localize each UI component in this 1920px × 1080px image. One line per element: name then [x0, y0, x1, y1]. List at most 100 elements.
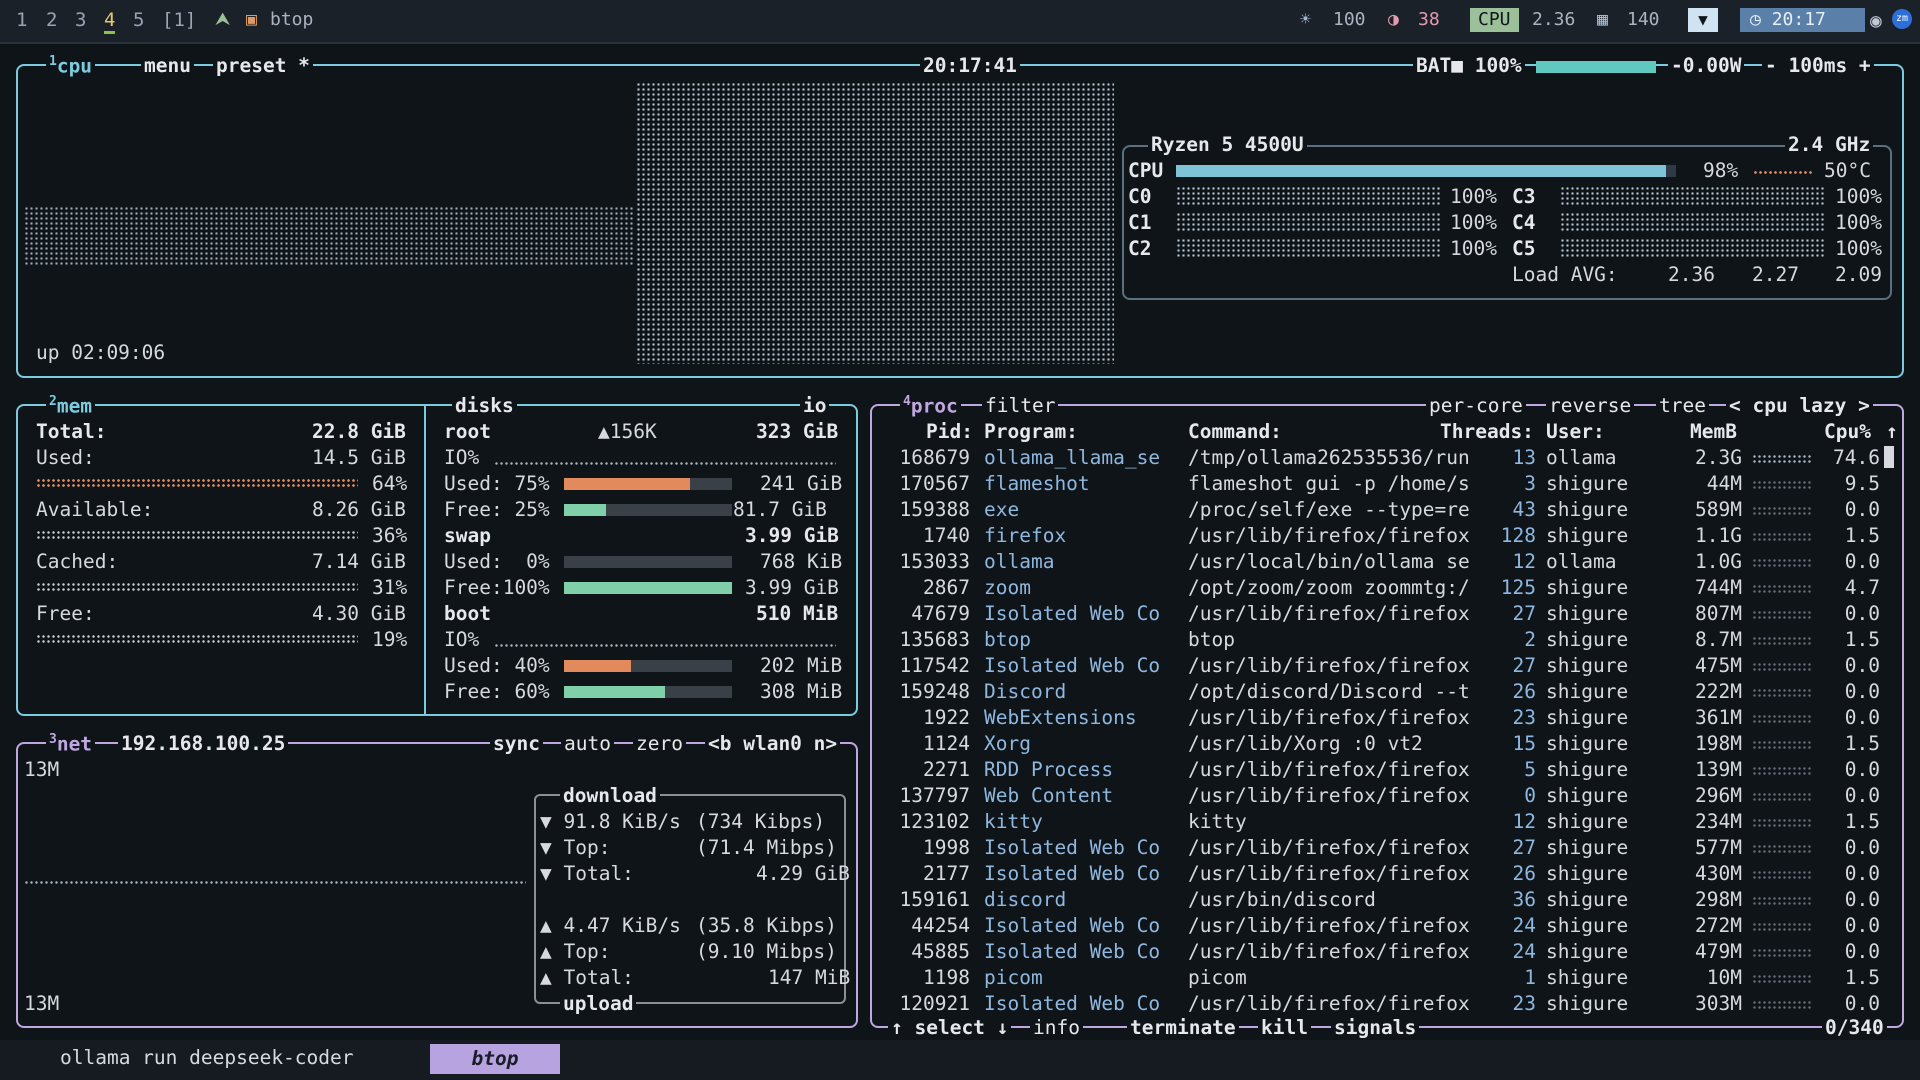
- proc-filter[interactable]: filter: [982, 394, 1059, 417]
- cpu-panel-title[interactable]: 1cpu: [46, 54, 96, 78]
- upload-title: upload: [560, 992, 637, 1015]
- proc-row[interactable]: 2177 Isolated Web Co/usr/lib/firefox/fire…: [880, 862, 1900, 888]
- proc-command: /usr/lib/firefox/firefox: [1188, 992, 1470, 1015]
- proc-row[interactable]: 168679 ollama_llama_se/tmp/ollama26253553…: [880, 446, 1900, 472]
- disks-io-toggle[interactable]: io: [800, 394, 830, 417]
- col-user[interactable]: User:: [1546, 420, 1605, 443]
- proc-cpu-graph: [1752, 922, 1812, 932]
- net-scale-top: 13M: [24, 758, 60, 781]
- proc-row[interactable]: 1124 Xorg/usr/lib/Xorg :0 vt2 15 shigure 198…: [880, 732, 1900, 758]
- proc-command: /usr/bin/discord: [1188, 888, 1376, 911]
- cpu-menu-button[interactable]: menu: [141, 54, 194, 77]
- proc-panel-title[interactable]: 4proc: [900, 394, 961, 418]
- proc-row[interactable]: 45885 Isolated Web Co/usr/lib/firefox/fir…: [880, 940, 1900, 966]
- proc-row[interactable]: 159248 Discord/opt/discord/Discord --t 26 s…: [880, 680, 1900, 706]
- wifi-icon[interactable]: ▼: [1688, 8, 1718, 32]
- proc-row[interactable]: 137797 Web Content/usr/lib/firefox/firefo…: [880, 784, 1900, 810]
- workspace-4[interactable]: 4: [104, 9, 116, 34]
- core-c0-graph: [1176, 186, 1440, 206]
- col-memb[interactable]: MemB: [1690, 420, 1737, 443]
- proc-row[interactable]: 135683 btop btop 2 shigure 8.7M 1.5: [880, 628, 1900, 654]
- workspace-scratch[interactable]: [1]: [162, 9, 196, 31]
- proc-row[interactable]: 1198 picom picom 1 shigure 10M 1.5: [880, 966, 1900, 992]
- proc-threads: 128: [1500, 524, 1536, 547]
- disks-panel-title[interactable]: disks: [452, 394, 517, 417]
- col-program[interactable]: Program:: [984, 420, 1078, 443]
- terminal-tab-active[interactable]: btop: [430, 1044, 560, 1074]
- cpu-preset-button[interactable]: preset *: [213, 54, 313, 77]
- cpu-graph-high: [636, 82, 1114, 364]
- proc-row[interactable]: 117542 Isolated Web Co/usr/lib/firefox/fi…: [880, 654, 1900, 680]
- proc-row[interactable]: 2271 RDD Process/usr/lib/firefox/firefox 5…: [880, 758, 1900, 784]
- proc-cpu: 0.0: [1844, 784, 1880, 807]
- proc-pid: 1124: [923, 732, 970, 755]
- disk-root-used-meter: [564, 478, 732, 490]
- proc-pid: 1740: [923, 524, 970, 547]
- net-sync-toggle[interactable]: sync: [490, 732, 543, 755]
- net-auto-toggle[interactable]: auto: [561, 732, 614, 755]
- net-interface-selector[interactable]: <b wlan0 n>: [705, 732, 841, 755]
- proc-kill-button[interactable]: kill: [1258, 1016, 1311, 1039]
- proc-pid: 1998: [923, 836, 970, 859]
- discord-icon[interactable]: ◉: [1870, 9, 1882, 32]
- proc-row[interactable]: 159161 discord/usr/bin/discord 36 shigure 29…: [880, 888, 1900, 914]
- col-threads[interactable]: Threads:: [1440, 420, 1534, 443]
- proc-threads: 12: [1512, 550, 1536, 573]
- workspace-5[interactable]: 5: [133, 9, 144, 31]
- proc-tree-toggle[interactable]: tree: [1656, 394, 1709, 417]
- proc-user: ollama: [1546, 446, 1617, 469]
- mem-panel-title[interactable]: 2mem: [46, 394, 96, 418]
- workspace-2[interactable]: 2: [46, 9, 57, 31]
- workspace-1[interactable]: 1: [16, 9, 27, 31]
- proc-threads: 23: [1512, 706, 1536, 729]
- proc-cpu: 1.5: [1844, 810, 1880, 833]
- col-cpu[interactable]: Cpu%: [1824, 420, 1871, 443]
- disk-swap-used-value: 768 KiB: [760, 550, 843, 573]
- proc-reverse-toggle[interactable]: reverse: [1546, 394, 1635, 417]
- core-c2-graph: [1176, 238, 1440, 258]
- proc-row[interactable]: 1922 WebExtensions/usr/lib/firefox/firefo…: [880, 706, 1900, 732]
- workspace-3[interactable]: 3: [75, 9, 86, 31]
- col-command[interactable]: Command:: [1188, 420, 1282, 443]
- proc-terminate-button[interactable]: terminate: [1127, 1016, 1239, 1039]
- proc-signals-button[interactable]: signals: [1331, 1016, 1420, 1039]
- proc-cpu: 0.0: [1844, 836, 1880, 859]
- proc-row[interactable]: 170567 flameshot flameshot gui -p /home/s 3…: [880, 472, 1900, 498]
- proc-command: /proc/self/exe --type=re: [1188, 498, 1470, 521]
- proc-mem: 577M: [1695, 836, 1742, 859]
- proc-row[interactable]: 120921 Isolated Web Co/usr/lib/firefox/fi…: [880, 992, 1900, 1018]
- proc-info-button[interactable]: info: [1030, 1016, 1083, 1039]
- net-panel-title[interactable]: 3net: [46, 732, 96, 756]
- core-c3-label: C3: [1512, 185, 1536, 208]
- proc-row[interactable]: 47679 Isolated Web Co/usr/lib/firefox/fir…: [880, 602, 1900, 628]
- core-c0-label: C0: [1128, 185, 1152, 208]
- proc-mem: 430M: [1695, 862, 1742, 885]
- proc-row[interactable]: 1998 Isolated Web Co/usr/lib/firefox/fire…: [880, 836, 1900, 862]
- col-pid[interactable]: Pid:: [926, 420, 973, 443]
- zoom-icon[interactable]: zm: [1892, 9, 1912, 29]
- proc-row[interactable]: 153033 ollama/usr/local/bin/ollama se 12 ol…: [880, 550, 1900, 576]
- proc-pid: 47679: [911, 602, 970, 625]
- proc-user: shigure: [1546, 758, 1629, 781]
- update-interval[interactable]: - 100ms +: [1762, 54, 1874, 77]
- proc-select-button[interactable]: ↑ select ↓: [888, 1016, 1012, 1039]
- proc-program: firefox: [984, 524, 1067, 547]
- proc-row[interactable]: 123102 kitty kitty 12 shigure 234M 1.5: [880, 810, 1900, 836]
- disk-root-io-label: IO%: [444, 446, 480, 469]
- upload-rate-bits: (35.8 Kibps): [696, 914, 837, 937]
- proc-scrollbar[interactable]: [1884, 446, 1894, 468]
- net-zero-toggle[interactable]: zero: [633, 732, 686, 755]
- terminal-tab-command[interactable]: ollama run deepseek-coder: [60, 1046, 354, 1069]
- proc-row[interactable]: 159388 exe/proc/self/exe --type=re 43 shigu…: [880, 498, 1900, 524]
- proc-threads: 27: [1512, 836, 1536, 859]
- proc-cpu-graph: [1752, 1000, 1812, 1010]
- disk-boot-name: boot: [444, 602, 491, 625]
- proc-list[interactable]: 168679 ollama_llama_se/tmp/ollama26253553…: [880, 446, 1900, 1018]
- proc-row[interactable]: 44254 Isolated Web Co/usr/lib/firefox/fir…: [880, 914, 1900, 940]
- proc-row[interactable]: 1740 firefox/usr/lib/firefox/firefox 128 sh…: [880, 524, 1900, 550]
- proc-cpu-graph: [1752, 740, 1812, 750]
- proc-per-core-toggle[interactable]: per-core: [1426, 394, 1526, 417]
- proc-sort-selector[interactable]: < cpu lazy >: [1726, 394, 1873, 417]
- proc-row[interactable]: 2867 zoom/opt/zoom/zoom zoommtg:/ 125 shigu…: [880, 576, 1900, 602]
- proc-program: Web Content: [984, 784, 1114, 807]
